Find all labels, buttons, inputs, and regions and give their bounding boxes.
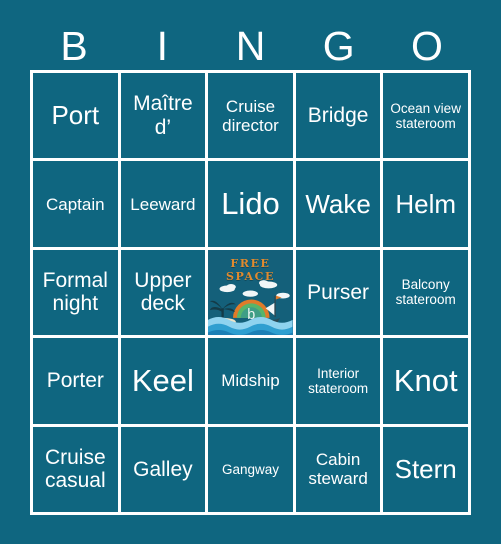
- bingo-cell-label: Leeward: [130, 194, 196, 214]
- bingo-cell-label: Helm: [395, 188, 457, 219]
- bingo-cell-upper-deck[interactable]: Upper deck: [120, 249, 206, 336]
- bingo-cell-label: Ocean view stateroom: [390, 100, 461, 131]
- bingo-cell-label: Knot: [393, 362, 458, 398]
- bingo-cell-label: Upper deck: [134, 268, 192, 316]
- bingo-cell-bridge[interactable]: Bridge: [295, 73, 381, 159]
- header-letter-o: O: [410, 23, 443, 69]
- bingo-cell-label: Lido: [221, 185, 280, 221]
- bingo-cell-keel[interactable]: Keel: [120, 338, 206, 424]
- bingo-cell-label: Captain: [45, 194, 105, 214]
- bingo-cell-label: Balcony stateroom: [395, 277, 456, 308]
- bingo-cell-label: Purser: [307, 280, 370, 304]
- bingo-cell-cabin-steward[interactable]: Cabin steward: [295, 426, 381, 512]
- bingo-cell-knot[interactable]: Knot: [383, 338, 468, 424]
- header-letter-n: N: [235, 23, 266, 69]
- bingo-card: B I N G O Port Maître d’ Cruise director Br…: [0, 0, 501, 544]
- bingo-cell-label: Interior stateroom: [308, 365, 369, 396]
- bingo-cell-midship[interactable]: Midship: [208, 338, 293, 424]
- bingo-header: B I N G O: [30, 22, 471, 70]
- bingo-cell-label: Midship: [221, 371, 280, 391]
- bingo-cell-label: Galley: [133, 457, 193, 481]
- bingo-cell-ocean-view-stateroom[interactable]: Ocean view stateroom: [383, 73, 468, 159]
- bingo-cell-label: Bridge: [307, 103, 369, 127]
- bingo-grid: Port Maître d’ Cruise director Bridge Ocean …: [30, 70, 471, 515]
- bingo-cell-label: Keel: [131, 362, 194, 398]
- bingo-cell-port[interactable]: Port: [33, 73, 118, 159]
- free-space-label: FREE SPACE: [208, 257, 293, 283]
- bingo-cell-lido[interactable]: Lido: [208, 161, 293, 247]
- bingo-cell-balcony-stateroom[interactable]: Balcony stateroom: [383, 249, 468, 336]
- bingo-cell-free-space[interactable]: b FREE SPACE: [208, 249, 293, 336]
- bingo-cell-label: Stern: [394, 453, 457, 484]
- header-letter-g: G: [322, 23, 355, 69]
- bingo-cell-label: Cruise director: [222, 96, 279, 135]
- bingo-cell-label: Porter: [46, 369, 104, 393]
- bingo-cell-captain[interactable]: Captain: [33, 161, 118, 247]
- bingo-cell-label: Cabin steward: [308, 450, 368, 489]
- header-letter-b: B: [60, 23, 88, 69]
- bingo-cell-galley[interactable]: Galley: [120, 426, 206, 512]
- bingo-cell-helm[interactable]: Helm: [383, 161, 468, 247]
- bingo-cell-formal-night[interactable]: Formal night: [33, 249, 118, 336]
- free-space-line2: SPACE: [225, 269, 276, 283]
- bingo-cell-wake[interactable]: Wake: [295, 161, 381, 247]
- bingo-cell-label: Formal night: [42, 268, 108, 316]
- bingo-cell-label: Cruise casual: [44, 445, 106, 493]
- bingo-cell-stern[interactable]: Stern: [383, 426, 468, 512]
- bingo-cell-cruise-casual[interactable]: Cruise casual: [33, 426, 118, 512]
- bingo-cell-label: Gangway: [221, 461, 280, 477]
- bingo-cell-ma-tre-d[interactable]: Maître d’: [120, 73, 206, 159]
- bingo-cell-leeward[interactable]: Leeward: [120, 161, 206, 247]
- bingo-cell-interior-stateroom[interactable]: Interior stateroom: [295, 338, 381, 424]
- bingo-cell-label: Maître d’: [133, 92, 193, 139]
- bingo-cell-purser[interactable]: Purser: [295, 249, 381, 336]
- free-space-line1: FREE: [230, 256, 271, 270]
- bingo-cell-label: Wake: [305, 188, 371, 219]
- bingo-cell-gangway[interactable]: Gangway: [208, 426, 293, 512]
- header-letter-i: I: [156, 23, 168, 69]
- bingo-cell-porter[interactable]: Porter: [33, 338, 118, 424]
- bingo-cell-label: Port: [51, 100, 100, 131]
- bingo-cell-cruise-director[interactable]: Cruise director: [208, 73, 293, 159]
